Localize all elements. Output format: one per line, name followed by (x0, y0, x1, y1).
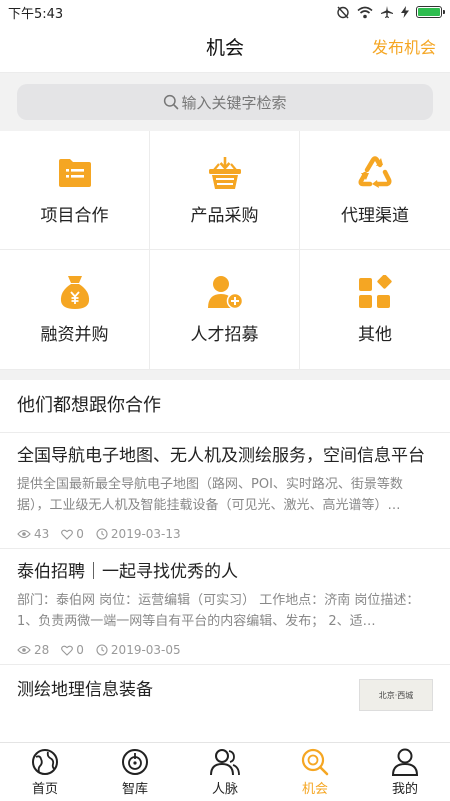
eye-icon (17, 529, 31, 539)
feed-heading: 他们都想跟你合作 (0, 380, 450, 433)
tab-opportunity[interactable]: 机会 (270, 743, 360, 801)
nav-bar: 机会 发布机会 (0, 24, 450, 73)
tab-label: 首页 (31, 782, 58, 797)
search-icon (164, 94, 179, 110)
alarm-off-icon (337, 6, 349, 19)
date-value: 2019-03-05 (110, 643, 181, 657)
tab-label: 智库 (121, 782, 148, 797)
clock-icon (96, 528, 108, 540)
add-person-icon (207, 274, 243, 310)
views-value: 43 (34, 527, 50, 541)
battery-icon (416, 6, 445, 18)
feed-item-desc: 提供全国最新最全导航电子地图（路网、POI、实时路况、街景等数据），工业级无人机… (17, 477, 403, 513)
category-product-purchase[interactable]: 产品采购 (150, 131, 300, 250)
status-bar: 下午5:43 (0, 0, 450, 24)
tab-profile[interactable]: 我的 (360, 743, 450, 801)
status-time: 下午5:43 (8, 6, 64, 22)
feed-item-thumbnail: 北京·西城 (359, 679, 433, 711)
category-label: 产品采购 (190, 205, 259, 226)
tab-think-tank[interactable]: 智库 (90, 743, 180, 801)
feed-item-meta: 43 0 2019-03-13 (17, 520, 433, 548)
status-icons (336, 5, 445, 19)
category-label: 其他 (358, 325, 392, 345)
category-label: 项目合作 (40, 205, 109, 226)
publish-opportunity-button[interactable]: 发布机会 (372, 24, 436, 72)
category-label: 人才招募 (190, 325, 259, 345)
date-value: 2019-03-13 (110, 527, 181, 541)
thumbnail-text: 北京·西城 (378, 690, 414, 700)
likes-count: 0 (61, 643, 84, 657)
category-label: 融资并购 (40, 325, 109, 345)
likes-value: 0 (76, 527, 84, 541)
search-input[interactable]: 输入关键字检索 (17, 84, 433, 120)
recycle-arrows-icon (357, 155, 393, 191)
feed-item-title: 泰伯招聘｜一起寻找优秀的人 (17, 562, 238, 582)
tab-label: 机会 (301, 782, 328, 797)
think-tank-icon (120, 747, 150, 777)
feed-item-title: 全国导航电子地图、无人机及测绘服务，空间信息平台 (17, 446, 425, 466)
airplane-icon (381, 6, 393, 18)
feed-item[interactable]: 测绘地理信息装备 北京·西城 (0, 665, 450, 711)
category-agency-channel[interactable]: 代理渠道 (300, 131, 450, 250)
feed-item[interactable]: 泰伯招聘｜一起寻找优秀的人 部门：泰伯网 岗位：运营编辑（可实习） 工作地点：济… (0, 549, 450, 665)
category-grid: 项目合作 产品采购 代理渠道 融资并购 人才招募 其他 (0, 131, 450, 370)
home-globe-icon (30, 747, 60, 777)
opportunity-feed: 他们都想跟你合作 全国导航电子地图、无人机及测绘服务，空间信息平台 提供全国最新… (0, 380, 450, 742)
feed-item-meta: 28 0 2019-03-05 (17, 636, 433, 664)
money-bag-icon (57, 274, 93, 310)
heart-icon (61, 529, 74, 540)
clock-icon (96, 644, 108, 656)
heart-icon (61, 645, 74, 656)
post-date: 2019-03-05 (96, 643, 181, 657)
grid-diamond-icon (357, 274, 393, 310)
search-section: 输入关键字检索 (0, 73, 450, 131)
post-date: 2019-03-13 (96, 527, 181, 541)
category-talent-recruitment[interactable]: 人才招募 (150, 250, 300, 370)
contacts-icon (210, 747, 240, 777)
likes-count: 0 (61, 527, 84, 541)
tab-label: 我的 (391, 782, 418, 797)
tab-home[interactable]: 首页 (0, 743, 90, 801)
category-project-cooperation[interactable]: 项目合作 (0, 131, 150, 250)
tab-label: 人脉 (211, 782, 238, 797)
views-value: 28 (34, 643, 50, 657)
wifi-icon (357, 6, 373, 18)
likes-value: 0 (76, 643, 84, 657)
opportunity-search-icon (300, 747, 330, 777)
category-label: 代理渠道 (341, 205, 409, 226)
views-count: 28 (17, 643, 49, 657)
tab-contacts[interactable]: 人脉 (180, 743, 270, 801)
feed-item-desc: 部门：泰伯网 岗位：运营编辑（可实习） 工作地点：济南 岗位描述： 1、负责两微… (17, 593, 420, 629)
search-placeholder: 输入关键字检索 (181, 93, 287, 112)
bottom-tab-bar: 首页 智库 人脉 机会 我的 (0, 742, 450, 801)
category-financing-mna[interactable]: 融资并购 (0, 250, 150, 370)
shopping-basket-icon (207, 155, 243, 191)
folder-list-icon (57, 155, 93, 191)
views-count: 43 (17, 527, 49, 541)
feed-item-title: 测绘地理信息装备 (17, 680, 153, 700)
eye-icon (17, 645, 31, 655)
category-other[interactable]: 其他 (300, 250, 450, 370)
charging-icon (401, 6, 409, 18)
profile-icon (390, 747, 420, 777)
feed-item[interactable]: 全国导航电子地图、无人机及测绘服务，空间信息平台 提供全国最新最全导航电子地图（… (0, 433, 450, 549)
